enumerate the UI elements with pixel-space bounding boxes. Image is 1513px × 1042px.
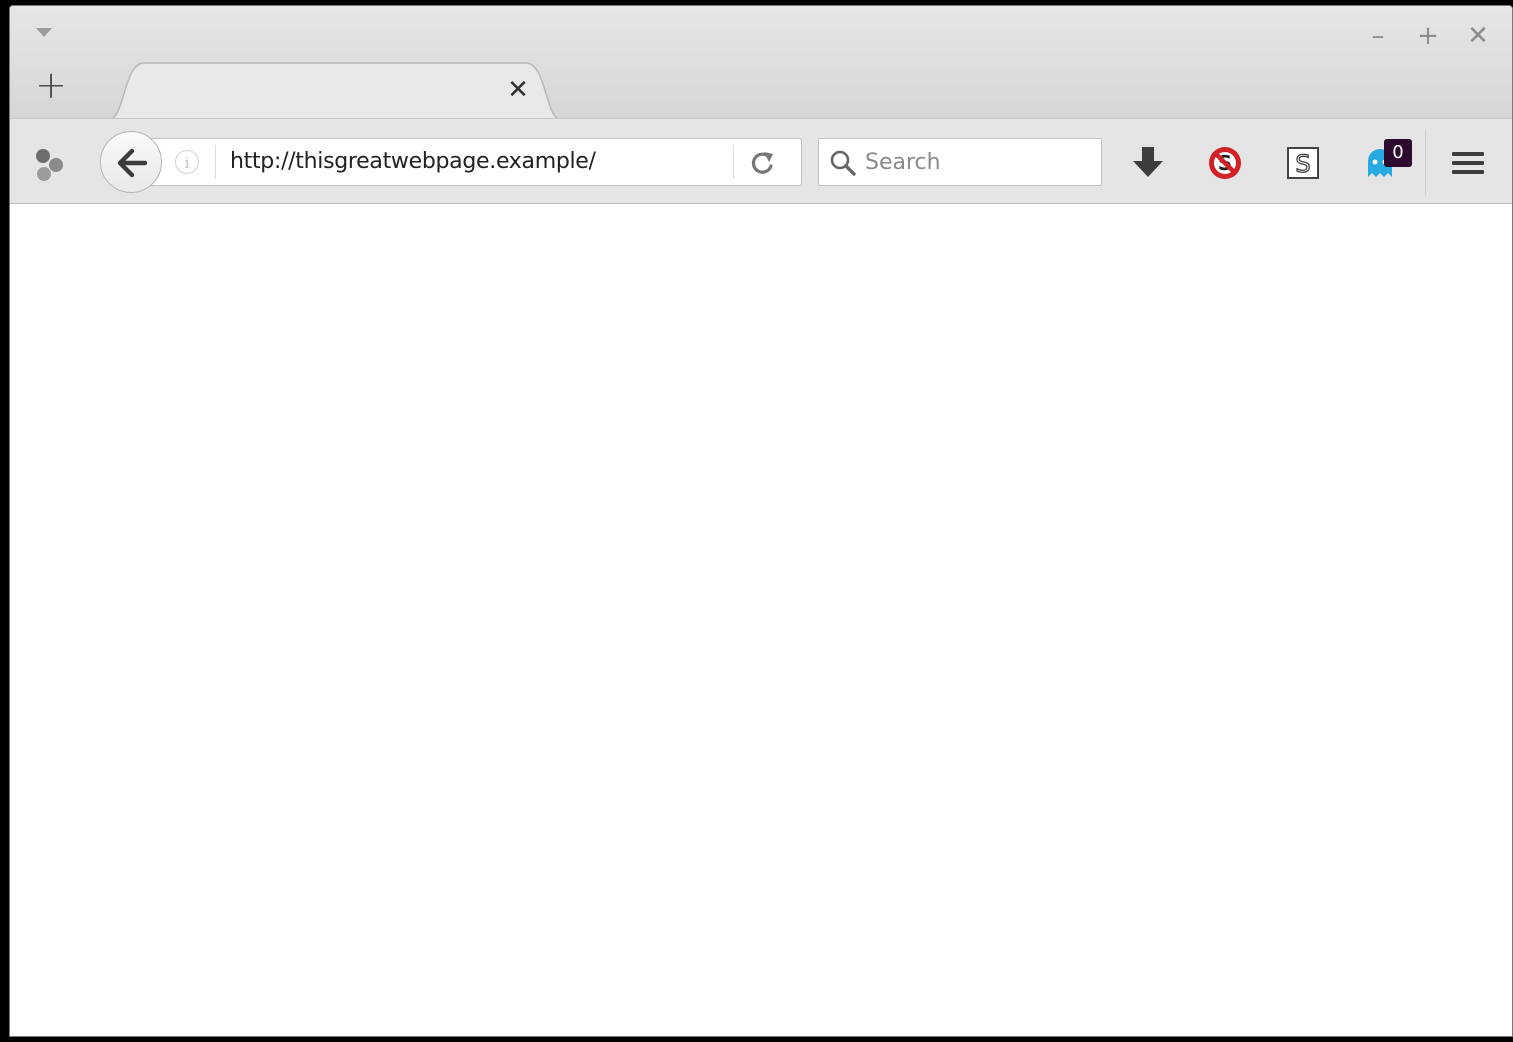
page-content[interactable] [10,204,1512,1036]
blocked-script-icon[interactable]: S [1205,143,1245,183]
browser-window: – + ✕ + ✕ i http://thisgreatwebpage.exam… [9,5,1513,1037]
url-text[interactable]: http://thisgreatwebpage.example/ [230,149,596,175]
toolbar-divider [1425,129,1426,195]
hamburger-icon[interactable] [1448,143,1488,183]
site-info-icon[interactable]: i [175,150,199,174]
url-divider [215,145,216,179]
url-bar[interactable]: i http://thisgreatwebpage.example/ [150,138,802,186]
search-input[interactable] [865,147,1085,177]
navigation-toolbar: i http://thisgreatwebpage.example/ Searc… [10,118,1512,204]
tab-shape [110,62,560,121]
s-box-icon[interactable]: S [1283,143,1323,183]
arrow-left-icon [117,148,148,178]
reload-icon[interactable] [747,149,777,177]
magnifier-icon [829,149,857,177]
url-divider [733,145,734,179]
notification-badge: 0 [1384,139,1412,167]
minimize-button[interactable]: – [1362,20,1394,52]
title-bar: – + ✕ + ✕ [10,6,1512,121]
svg-text:S: S [1295,150,1310,178]
tab-close-button[interactable]: ✕ [503,75,533,105]
search-bar[interactable] [818,138,1102,186]
tab-active[interactable]: ✕ [110,61,560,121]
close-window-button[interactable]: ✕ [1462,20,1494,52]
maximize-button[interactable]: + [1412,20,1444,52]
extension-icon[interactable] [32,147,68,183]
window-menu-arrow-icon[interactable] [36,28,52,37]
back-button[interactable] [100,131,162,193]
download-arrow-icon[interactable] [1128,143,1168,183]
new-tab-button[interactable]: + [34,66,68,104]
